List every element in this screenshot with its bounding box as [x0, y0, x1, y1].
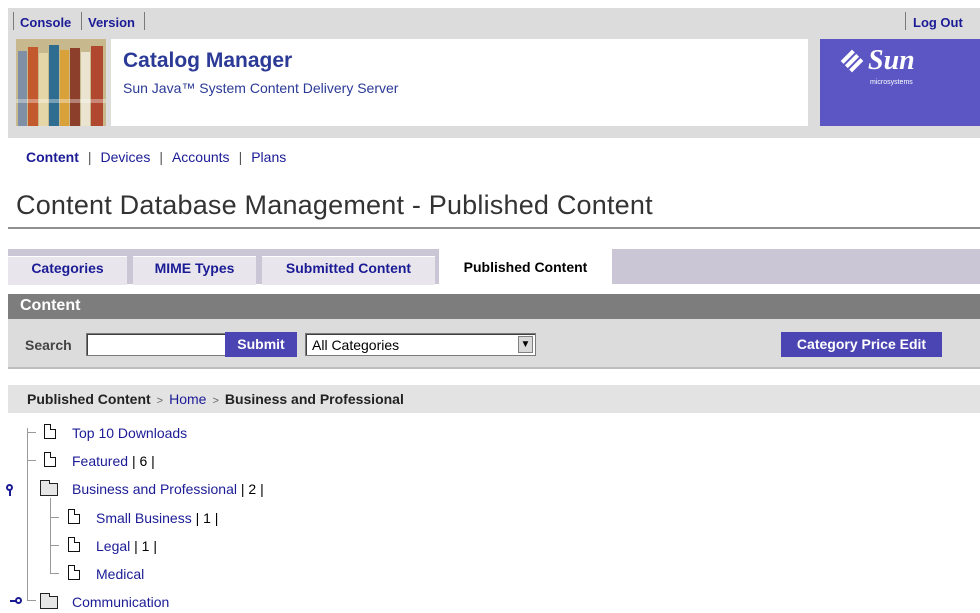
tree-branch-line: [27, 600, 36, 601]
breadcrumb-root: Published Content: [27, 391, 151, 407]
tree-sub-trunk-line: [50, 498, 51, 573]
expand-toggle-icon[interactable]: [15, 597, 22, 604]
breadcrumb-home-link[interactable]: Home: [169, 391, 206, 407]
top-utility-bar: Console Version Log Out: [8, 8, 980, 36]
app-subtitle: Sun Java™ System Content Delivery Server: [123, 80, 399, 96]
title-divider: [8, 227, 980, 229]
category-select-value: All Categories: [312, 337, 400, 353]
tree-node-count: | 1 |: [134, 538, 157, 554]
separator: [81, 12, 82, 30]
nav-separator: |: [159, 149, 163, 165]
sun-logo-subtext: microsystems: [870, 79, 913, 86]
separator: [144, 12, 145, 30]
nav-content[interactable]: Content: [26, 149, 79, 165]
nav-separator: |: [87, 149, 92, 165]
tree-node-link[interactable]: Top 10 Downloads: [72, 425, 187, 441]
breadcrumb-current: Business and Professional: [224, 391, 404, 407]
section-title: Content: [20, 297, 81, 314]
folder-icon: [40, 593, 58, 609]
tab-published-content[interactable]: Published Content: [439, 249, 612, 285]
sun-diamond-icon: [840, 49, 864, 73]
folder-icon: [40, 480, 58, 496]
search-input[interactable]: [86, 333, 226, 356]
logout-link[interactable]: Log Out: [913, 15, 963, 30]
nav-devices[interactable]: Devices: [101, 149, 151, 165]
document-icon: [68, 537, 80, 552]
tree-branch-line: [50, 573, 59, 574]
document-icon: [44, 424, 56, 439]
separator: [905, 12, 906, 30]
tab-mime-types[interactable]: MIME Types: [133, 256, 256, 285]
sun-logo-text: Sun: [868, 45, 915, 76]
tree-branch-line: [27, 460, 36, 461]
tree-branch-line: [50, 545, 59, 546]
tree-node-link[interactable]: Communication: [72, 594, 169, 610]
breadcrumb-separator: >: [212, 395, 219, 407]
nav-separator: |: [238, 149, 243, 165]
content-section-header: Content: [8, 294, 980, 319]
search-bar: Search Submit All Categories ▼ Category …: [8, 319, 980, 369]
tab-strip: Categories MIME Types Submitted Content …: [8, 249, 980, 285]
tree-branch-line: [27, 432, 36, 433]
tree-node-link[interactable]: Business and Professional: [72, 481, 237, 497]
document-icon: [44, 452, 56, 467]
tree-node-link[interactable]: Small Business: [96, 510, 192, 526]
category-price-edit-button[interactable]: Category Price Edit: [781, 332, 942, 357]
submit-button[interactable]: Submit: [225, 332, 297, 357]
app-banner: Catalog Manager Sun Java™ System Content…: [8, 36, 980, 138]
nav-plans[interactable]: Plans: [251, 149, 286, 165]
books-image: [16, 39, 106, 126]
category-select[interactable]: All Categories ▼: [305, 333, 536, 356]
document-icon: [68, 509, 80, 524]
main-nav: Content | Devices | Accounts | Plans: [26, 149, 286, 165]
banner-title-area: Catalog Manager Sun Java™ System Content…: [111, 39, 808, 126]
breadcrumb-separator: >: [156, 395, 164, 407]
tab-categories[interactable]: Categories: [8, 256, 127, 285]
tree-node-link[interactable]: Featured: [72, 453, 128, 469]
page-title: Content Database Management - Published …: [16, 190, 653, 220]
tree-node-count: | 1 |: [195, 510, 219, 526]
tree-node-link[interactable]: Medical: [96, 566, 144, 582]
separator: [13, 12, 14, 30]
dropdown-arrow-icon[interactable]: ▼: [518, 336, 533, 353]
version-link[interactable]: Version: [88, 15, 135, 30]
tree-node-link[interactable]: Legal: [96, 538, 130, 554]
toggle-stem: [9, 490, 11, 496]
nav-accounts[interactable]: Accounts: [172, 149, 230, 165]
search-label: Search: [25, 337, 72, 353]
tree-node-count: | 6 |: [131, 453, 155, 469]
tab-submitted-content[interactable]: Submitted Content: [262, 256, 435, 285]
tree-trunk-line: [27, 428, 28, 600]
app-title: Catalog Manager: [123, 49, 293, 72]
tree-node-count: | 2 |: [240, 481, 264, 497]
console-link[interactable]: Console: [20, 15, 71, 30]
sun-logo: Sun microsystems: [820, 39, 980, 126]
tree-branch-line: [50, 517, 59, 518]
breadcrumb: Published Content > Home > Business and Prof…: [8, 385, 980, 413]
document-icon: [68, 565, 80, 580]
